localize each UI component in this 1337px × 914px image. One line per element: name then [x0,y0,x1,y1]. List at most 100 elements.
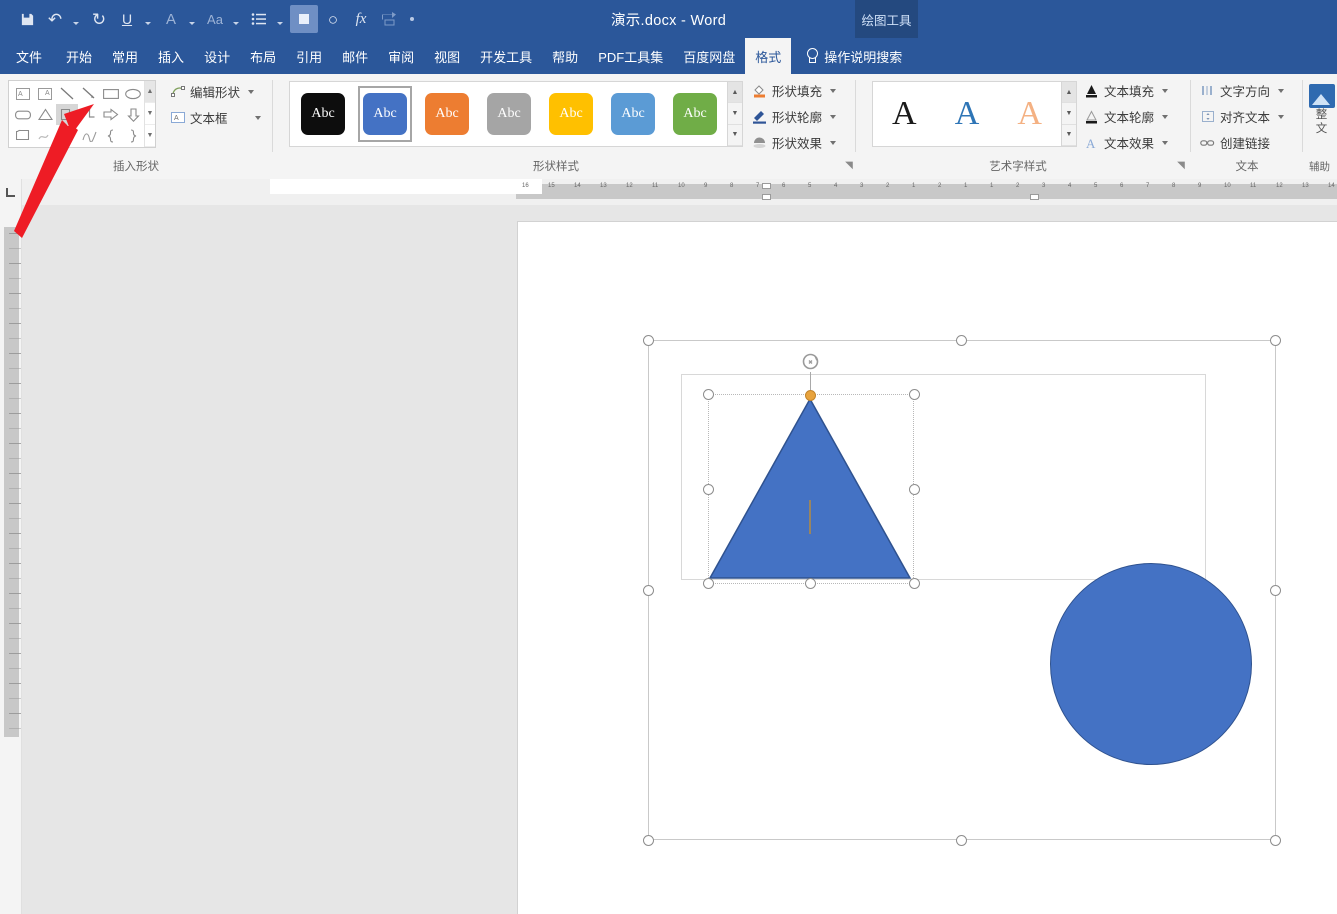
tab-design[interactable]: 设计 [194,38,240,74]
tab-references[interactable]: 引用 [286,38,332,74]
wordart-thumb-blue[interactable]: A [955,97,980,131]
triangle-handle-top-left[interactable] [703,389,714,400]
canvas-handle-top-right[interactable] [1270,335,1281,346]
tab-review[interactable]: 审阅 [378,38,424,74]
bullet-list-dropdown-icon[interactable] [274,6,286,32]
wordart-styles-scroll[interactable]: ▲ ▼ ▼ [1062,81,1077,147]
bullet-list-icon[interactable] [246,6,272,32]
tab-help[interactable]: 帮助 [542,38,588,74]
triangle-shape[interactable] [708,397,912,580]
tab-mailings[interactable]: 邮件 [332,38,378,74]
underline-icon[interactable]: U [114,6,140,32]
chevron-down-icon[interactable] [1162,88,1169,93]
wordart-styles-dialog-launcher[interactable]: ◥ [1175,160,1187,172]
chevron-down-icon[interactable] [830,140,837,145]
chevron-down-icon[interactable] [1162,114,1169,119]
triangle-handle-bottom-right[interactable] [909,578,920,589]
text-box-button[interactable]: A 文本框 [170,108,261,127]
change-case-dropdown-icon[interactable] [230,6,242,32]
shape-styles-scroll[interactable]: ▲ ▼ ▼ [728,81,743,147]
triangle-adjust-handle[interactable] [805,390,816,401]
triangle-handle-bottom-center[interactable] [805,578,816,589]
canvas-handle-bottom-right[interactable] [1270,835,1281,846]
font-color-dropdown-icon[interactable] [186,6,198,32]
redo-icon[interactable]: ↻ [86,6,112,32]
customize-qat-icon[interactable] [404,6,420,32]
vertical-ruler[interactable] [0,205,22,914]
edit-shape-button[interactable]: 编辑形状 [170,82,255,101]
shapes-gallery-scroll[interactable]: ▲ ▼ ▼ [144,81,155,147]
wordart-thumb-black[interactable]: A [892,97,917,131]
wordart-thumb-orange[interactable]: A [1017,97,1042,131]
shape-styles-more-icon[interactable]: ▼ [728,125,742,146]
text-outline-button[interactable]: 文本轮廓 [1084,107,1169,126]
shape-fill-button[interactable]: 形状填充 [752,81,837,100]
shape-effects-button[interactable]: 形状效果 [752,133,837,152]
circle-icon[interactable]: ○ [320,6,346,32]
chevron-down-icon[interactable] [248,89,255,94]
canvas-handle-bottom-left[interactable] [643,835,654,846]
chevron-down-icon[interactable] [1278,88,1285,93]
wordart-styles-gallery[interactable]: A A A [872,81,1062,147]
document-page[interactable] [518,222,1337,914]
formula-icon[interactable]: fx [348,6,374,32]
hanging-indent-marker[interactable] [762,194,771,200]
shape-style-thumb[interactable]: Abc [606,86,660,142]
shape-style-thumb[interactable]: Abc [668,86,722,142]
undo-icon[interactable]: ↶ [42,6,68,32]
tab-pdf-tools[interactable]: PDF工具集 [588,38,673,74]
wordart-scroll-down-icon[interactable]: ▼ [1062,103,1076,125]
triangle-handle-top-right[interactable] [909,389,920,400]
canvas-handle-middle-right[interactable] [1270,585,1281,596]
tab-common[interactable]: 常用 [102,38,148,74]
shape-style-thumb[interactable]: Abc [420,86,474,142]
chevron-down-icon[interactable] [254,115,261,120]
tab-format[interactable]: 格式 [745,38,792,74]
chevron-down-icon[interactable] [1162,140,1169,145]
shapes-gallery-more-icon[interactable]: ▼ [145,125,155,147]
tab-baidu-netdisk[interactable]: 百度网盘 [673,38,745,74]
shape-styles-dialog-launcher[interactable]: ◥ [843,160,855,172]
shapes-scroll-up-icon[interactable]: ▲ [145,81,155,103]
triangle-handle-middle-right[interactable] [909,484,920,495]
highlight-icon[interactable] [290,5,318,33]
text-fill-button[interactable]: 文本填充 [1084,81,1169,100]
undo-dropdown-icon[interactable] [70,6,82,32]
shape-styles-scroll-up-icon[interactable]: ▲ [728,82,742,104]
tab-layout[interactable]: 布局 [240,38,286,74]
repeat-icon[interactable] [376,6,402,32]
underline-dropdown-icon[interactable] [142,6,154,32]
tab-view[interactable]: 视图 [424,38,470,74]
tab-home[interactable]: 开始 [56,38,102,74]
canvas-handle-top-left[interactable] [643,335,654,346]
shape-styles-gallery[interactable]: Abc Abc Abc Abc Abc Abc Abc [289,81,728,147]
shapes-scroll-down-icon[interactable]: ▼ [145,103,155,125]
text-direction-button[interactable]: 文字方向 [1200,81,1285,100]
shape-styles-scroll-down-icon[interactable]: ▼ [728,103,742,125]
align-text-button[interactable]: 对齐文本 [1200,107,1285,126]
shape-style-thumb[interactable]: Abc [544,86,598,142]
rotate-handle[interactable] [801,352,820,371]
wordart-more-icon[interactable]: ▼ [1062,125,1076,146]
create-link-button[interactable]: 创建链接 [1200,133,1270,152]
tab-developer[interactable]: 开发工具 [470,38,542,74]
tell-me-search[interactable]: 操作说明搜索 [791,38,912,74]
triangle-handle-bottom-left[interactable] [703,578,714,589]
chevron-down-icon[interactable] [1278,114,1285,119]
shape-style-thumb[interactable]: Abc [296,86,350,142]
canvas-handle-bottom-center[interactable] [956,835,967,846]
change-case-icon[interactable]: Aa [202,6,228,32]
triangle-handle-middle-left[interactable] [703,484,714,495]
canvas-handle-middle-left[interactable] [643,585,654,596]
chevron-down-icon[interactable] [830,88,837,93]
shape-style-thumb-selected[interactable]: Abc [358,86,412,142]
circle-shape[interactable] [1050,563,1252,765]
save-icon[interactable] [14,6,40,32]
right-indent-marker[interactable] [1030,194,1039,200]
font-color-icon[interactable]: A [158,6,184,32]
tab-insert[interactable]: 插入 [148,38,194,74]
horizontal-ruler[interactable]: 16 15 14 13 12 11 10 9 8 7 6 5 4 3 2 1 2 1 1 2 3 4 5 6 7 8 9 10 11 12… [22,179,1337,205]
wordart-scroll-up-icon[interactable]: ▲ [1062,82,1076,104]
first-line-indent-marker[interactable] [762,183,771,189]
shape-style-thumb[interactable]: Abc [482,86,536,142]
